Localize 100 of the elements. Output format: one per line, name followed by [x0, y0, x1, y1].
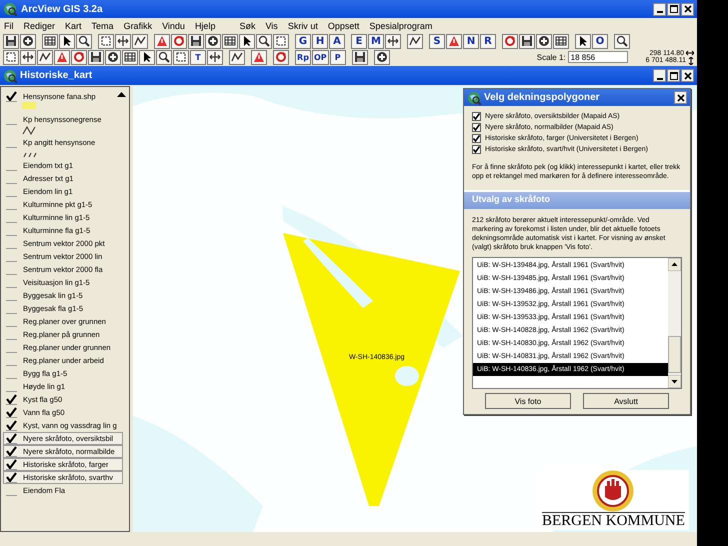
toolbar-button[interactable]: E	[351, 34, 367, 48]
menu-item[interactable]: Søk	[239, 20, 256, 30]
layer-checkbox[interactable]	[6, 408, 17, 418]
magnifier-icon	[258, 35, 270, 47]
menu-item[interactable]: Fil	[4, 20, 14, 30]
floppy-icon	[90, 51, 102, 63]
toolbar-button[interactable]	[205, 34, 221, 48]
scrollbar[interactable]	[668, 258, 681, 388]
toolbar-button[interactable]	[132, 34, 148, 48]
scale-field[interactable]: 18 856	[568, 51, 628, 63]
layer-checkbox[interactable]	[6, 420, 17, 430]
toolbar-button[interactable]: T	[190, 50, 206, 64]
layer-checkbox[interactable]	[6, 394, 17, 404]
toolbar-button[interactable]: P	[330, 50, 346, 64]
menu-item[interactable]: Rediger	[24, 20, 56, 30]
dialog-button[interactable]: Vis foto	[485, 393, 571, 409]
warning-icon	[448, 35, 460, 47]
toolbar-button[interactable]	[273, 34, 289, 48]
toolbar-button[interactable]	[614, 34, 630, 48]
menu-item[interactable]: Grafikk	[124, 20, 152, 30]
layer-checkbox[interactable]	[6, 460, 17, 470]
toolbar-button[interactable]	[553, 34, 569, 48]
layer-checkbox[interactable]	[6, 92, 17, 102]
close-button[interactable]	[681, 2, 694, 16]
toolbar-button[interactable]	[3, 34, 19, 48]
toolbar-button[interactable]	[575, 34, 591, 48]
minimize-button[interactable]	[653, 2, 666, 16]
toolbar-button[interactable]	[122, 50, 138, 64]
toolbar-button[interactable]	[239, 34, 255, 48]
toolbar-button[interactable]: M	[368, 34, 384, 48]
close-button[interactable]	[674, 91, 687, 104]
maximize-button[interactable]	[667, 69, 680, 82]
layer-checkbox[interactable]	[6, 472, 17, 482]
square-icon	[100, 35, 112, 47]
floppy-icon	[354, 51, 366, 63]
toolbar-button[interactable]	[59, 34, 75, 48]
layer-checkbox[interactable]	[6, 434, 17, 444]
toolbar-button[interactable]	[536, 34, 552, 48]
checkbox[interactable]	[472, 134, 481, 142]
maximize-button[interactable]	[667, 2, 680, 16]
toolbar-button[interactable]	[115, 34, 131, 48]
scroll-down-arrow-icon	[668, 375, 681, 388]
toolbar-button[interactable]	[42, 34, 58, 48]
toolbar-button[interactable]	[352, 50, 368, 64]
toolbar-button[interactable]	[98, 34, 114, 48]
toolbar-button[interactable]	[188, 34, 204, 48]
checkbox[interactable]	[472, 122, 481, 132]
square-icon	[175, 51, 187, 63]
toolbar-button[interactable]: R	[480, 34, 496, 48]
close-button[interactable]	[681, 69, 694, 82]
arrows-icon	[209, 51, 221, 63]
menu-item[interactable]: Vindu	[162, 20, 185, 30]
checkbox[interactable]	[472, 112, 481, 120]
layer-checkbox[interactable]	[6, 446, 17, 456]
toolbar-button[interactable]: O	[592, 34, 608, 48]
toolbar-button[interactable]	[37, 50, 53, 64]
toolbar-button[interactable]: A	[329, 34, 345, 48]
table-icon	[44, 35, 56, 47]
toolbar-button[interactable]: OP	[312, 50, 329, 64]
menu-item[interactable]: Oppsett	[328, 20, 360, 30]
toolbar-button[interactable]	[76, 34, 92, 48]
toolbar-button[interactable]	[20, 34, 36, 48]
checkbox[interactable]	[472, 144, 481, 154]
toolbar-button[interactable]	[385, 34, 401, 48]
warning-icon	[156, 35, 168, 47]
toolbar-button[interactable]	[222, 34, 238, 48]
dialog-button[interactable]: Avslutt	[583, 393, 669, 409]
toolbar-button[interactable]	[88, 50, 104, 64]
polyline-icon	[231, 51, 243, 63]
arrows-icon	[117, 35, 129, 47]
toolbar-button[interactable]: Rp	[295, 50, 311, 64]
toolbar-button[interactable]	[173, 50, 189, 64]
menu-item[interactable]: Kart	[65, 20, 82, 30]
toolbar-button[interactable]	[20, 50, 36, 64]
menu-item[interactable]: Tema	[92, 20, 114, 30]
menu-item[interactable]: Hjelp	[194, 20, 216, 30]
toolbar-button[interactable]	[256, 34, 272, 48]
toolbar-button[interactable]	[407, 34, 423, 48]
plus-icon	[22, 35, 34, 47]
menu-item[interactable]: Skriv ut	[288, 20, 318, 30]
toolbar-button[interactable]: S	[429, 34, 445, 48]
menu-item[interactable]: Vis	[265, 20, 278, 30]
toolbar-button[interactable]	[374, 50, 390, 64]
view-title: Historiske_kart	[20, 70, 94, 81]
toolbar-button[interactable]	[3, 50, 19, 64]
toolbar-button[interactable]	[229, 50, 245, 64]
toolbar-button[interactable]	[139, 50, 155, 64]
table-icon	[224, 35, 236, 47]
minimize-button[interactable]	[653, 69, 666, 82]
magnifier-icon	[158, 51, 170, 63]
toolbar-button[interactable]: G	[295, 34, 311, 48]
toolbar-button[interactable]	[207, 50, 223, 64]
toolbar-button[interactable]: H	[312, 34, 328, 48]
toolbar-button[interactable]	[105, 50, 121, 64]
toolbar-button[interactable]: N	[463, 34, 479, 48]
toolbar-button[interactable]	[156, 50, 172, 64]
plus-icon	[107, 51, 119, 63]
toolbar-button[interactable]	[519, 34, 535, 48]
menu-item[interactable]: Spesialprogram	[369, 20, 432, 30]
square-icon	[5, 51, 17, 63]
